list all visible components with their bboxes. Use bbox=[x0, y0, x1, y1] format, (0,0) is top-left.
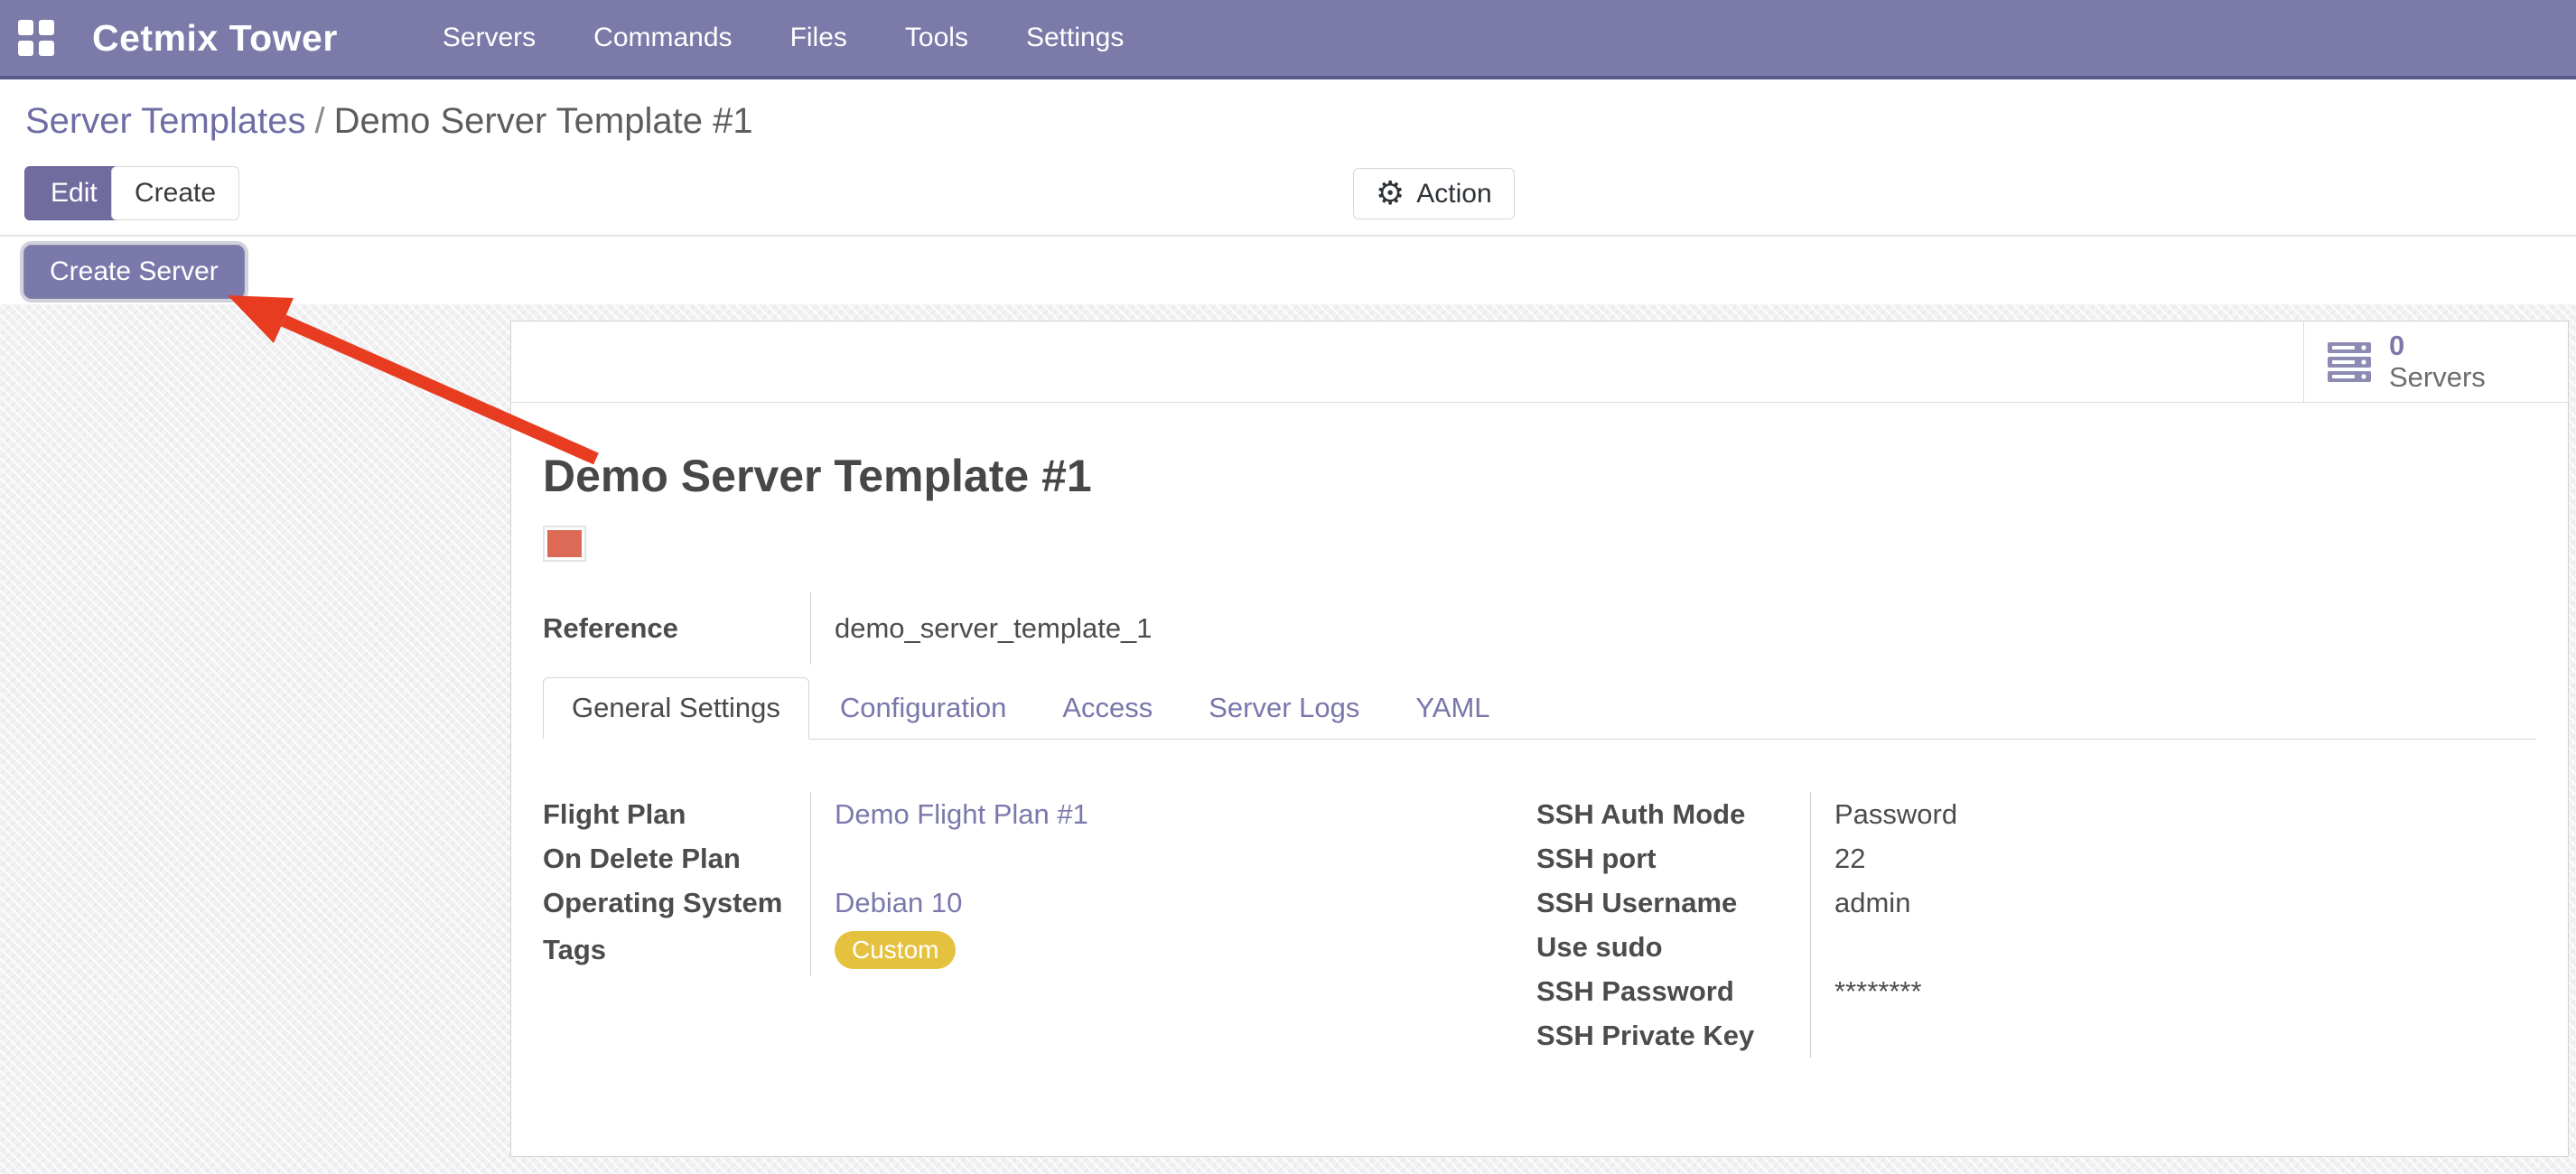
menu-item-settings[interactable]: Settings bbox=[1017, 17, 1133, 59]
field-row-ssh-auth-mode: SSH Auth Mode Password bbox=[1536, 792, 2536, 836]
tab-access[interactable]: Access bbox=[1037, 677, 1178, 739]
field-group-right: SSH Auth Mode Password SSH port 22 SSH U… bbox=[1536, 792, 2536, 1058]
ssh-username-value: admin bbox=[1810, 880, 2536, 925]
main-menu: Servers Commands Files Tools Settings bbox=[434, 17, 1134, 59]
create-server-button[interactable]: Create Server bbox=[23, 245, 245, 299]
app-brand[interactable]: Cetmix Tower bbox=[92, 17, 338, 60]
control-panel-divider bbox=[0, 235, 2576, 237]
apps-grid-icon[interactable] bbox=[18, 20, 54, 56]
menu-item-servers[interactable]: Servers bbox=[434, 17, 545, 59]
ssh-port-label: SSH port bbox=[1536, 843, 1810, 875]
stat-text: 0 Servers bbox=[2389, 331, 2486, 393]
apps-grid-dot bbox=[39, 20, 54, 35]
servers-stat-button[interactable]: 0 Servers bbox=[2303, 321, 2568, 402]
flight-plan-value-link[interactable]: Demo Flight Plan #1 bbox=[835, 798, 1088, 831]
server-stack-icon bbox=[2328, 342, 2371, 382]
tab-configuration[interactable]: Configuration bbox=[815, 677, 1031, 739]
menu-item-commands[interactable]: Commands bbox=[584, 17, 741, 59]
on-delete-plan-label: On Delete Plan bbox=[543, 843, 810, 875]
tab-general-settings[interactable]: General Settings bbox=[543, 677, 809, 740]
create-button[interactable]: Create bbox=[111, 166, 239, 220]
field-row-ssh-password: SSH Password ******** bbox=[1536, 969, 2536, 1013]
tab-server-logs[interactable]: Server Logs bbox=[1183, 677, 1385, 739]
ssh-private-key-label: SSH Private Key bbox=[1536, 1020, 1810, 1052]
operating-system-label: Operating System bbox=[543, 887, 810, 919]
field-row-ssh-username: SSH Username admin bbox=[1536, 880, 2536, 925]
color-swatch-fill bbox=[547, 530, 582, 557]
record-title: Demo Server Template #1 bbox=[543, 450, 2536, 502]
operating-system-value-link[interactable]: Debian 10 bbox=[835, 887, 962, 919]
field-groups: Flight Plan Demo Flight Plan #1 On Delet… bbox=[543, 792, 2536, 1058]
field-row-ssh-port: SSH port 22 bbox=[1536, 836, 2536, 880]
edit-button[interactable]: Edit bbox=[24, 166, 124, 220]
menu-item-tools[interactable]: Tools bbox=[896, 17, 977, 59]
stat-value: 0 bbox=[2389, 331, 2486, 362]
tags-label: Tags bbox=[543, 934, 810, 966]
field-row-flight-plan: Flight Plan Demo Flight Plan #1 bbox=[543, 792, 1536, 836]
apps-grid-dot bbox=[39, 41, 54, 56]
apps-grid-dot bbox=[18, 20, 33, 35]
breadcrumb-separator: / bbox=[306, 101, 334, 141]
flight-plan-label: Flight Plan bbox=[543, 798, 810, 831]
tag-badge-custom: Custom bbox=[835, 931, 956, 969]
breadcrumb: Server Templates/Demo Server Template #1 bbox=[25, 101, 753, 142]
breadcrumb-parent-link[interactable]: Server Templates bbox=[25, 101, 306, 141]
ssh-password-value: ******** bbox=[1810, 969, 2536, 1013]
ssh-auth-mode-label: SSH Auth Mode bbox=[1536, 798, 1810, 831]
gear-icon: ⚙ bbox=[1376, 178, 1405, 210]
ssh-password-label: SSH Password bbox=[1536, 975, 1810, 1008]
field-row-tags: Tags Custom bbox=[543, 925, 1536, 975]
record-sheet: 0 Servers Demo Server Template #1 Refere… bbox=[510, 321, 2569, 1157]
ssh-port-value: 22 bbox=[1810, 836, 2536, 880]
ssh-username-label: SSH Username bbox=[1536, 887, 1810, 919]
field-group-left: Flight Plan Demo Flight Plan #1 On Delet… bbox=[543, 792, 1536, 1058]
ssh-auth-mode-value: Password bbox=[1810, 792, 2536, 836]
color-picker-swatch bbox=[543, 526, 586, 562]
reference-value: demo_server_template_1 bbox=[810, 592, 1536, 665]
ssh-private-key-value bbox=[1810, 1013, 2536, 1058]
field-row-use-sudo: Use sudo bbox=[1536, 925, 2536, 969]
stat-label: Servers bbox=[2389, 362, 2486, 394]
cetmix-tower-screen: Cetmix Tower Servers Commands Files Tool… bbox=[0, 0, 2576, 1174]
stat-button-bar: 0 Servers bbox=[511, 321, 2568, 403]
apps-grid-dot bbox=[18, 41, 33, 56]
field-row-operating-system: Operating System Debian 10 bbox=[543, 880, 1536, 925]
on-delete-plan-value bbox=[810, 836, 1536, 880]
field-row-on-delete-plan: On Delete Plan bbox=[543, 836, 1536, 880]
tab-yaml[interactable]: YAML bbox=[1390, 677, 1515, 739]
action-button-label: Action bbox=[1416, 179, 1491, 210]
use-sudo-label: Use sudo bbox=[1536, 931, 1810, 964]
use-sudo-value bbox=[1810, 925, 2536, 969]
breadcrumb-current: Demo Server Template #1 bbox=[334, 101, 753, 141]
menu-item-files[interactable]: Files bbox=[781, 17, 856, 59]
notebook-tabs: General Settings Configuration Access Se… bbox=[543, 677, 2536, 740]
field-row-ssh-private-key: SSH Private Key bbox=[1536, 1013, 2536, 1058]
action-button[interactable]: ⚙ Action bbox=[1353, 168, 1515, 219]
top-navbar: Cetmix Tower Servers Commands Files Tool… bbox=[0, 0, 2576, 79]
sheet-body: Demo Server Template #1 Reference demo_s… bbox=[511, 450, 2568, 1058]
reference-label: Reference bbox=[543, 612, 810, 645]
reference-field-row: Reference demo_server_template_1 bbox=[543, 592, 1536, 665]
